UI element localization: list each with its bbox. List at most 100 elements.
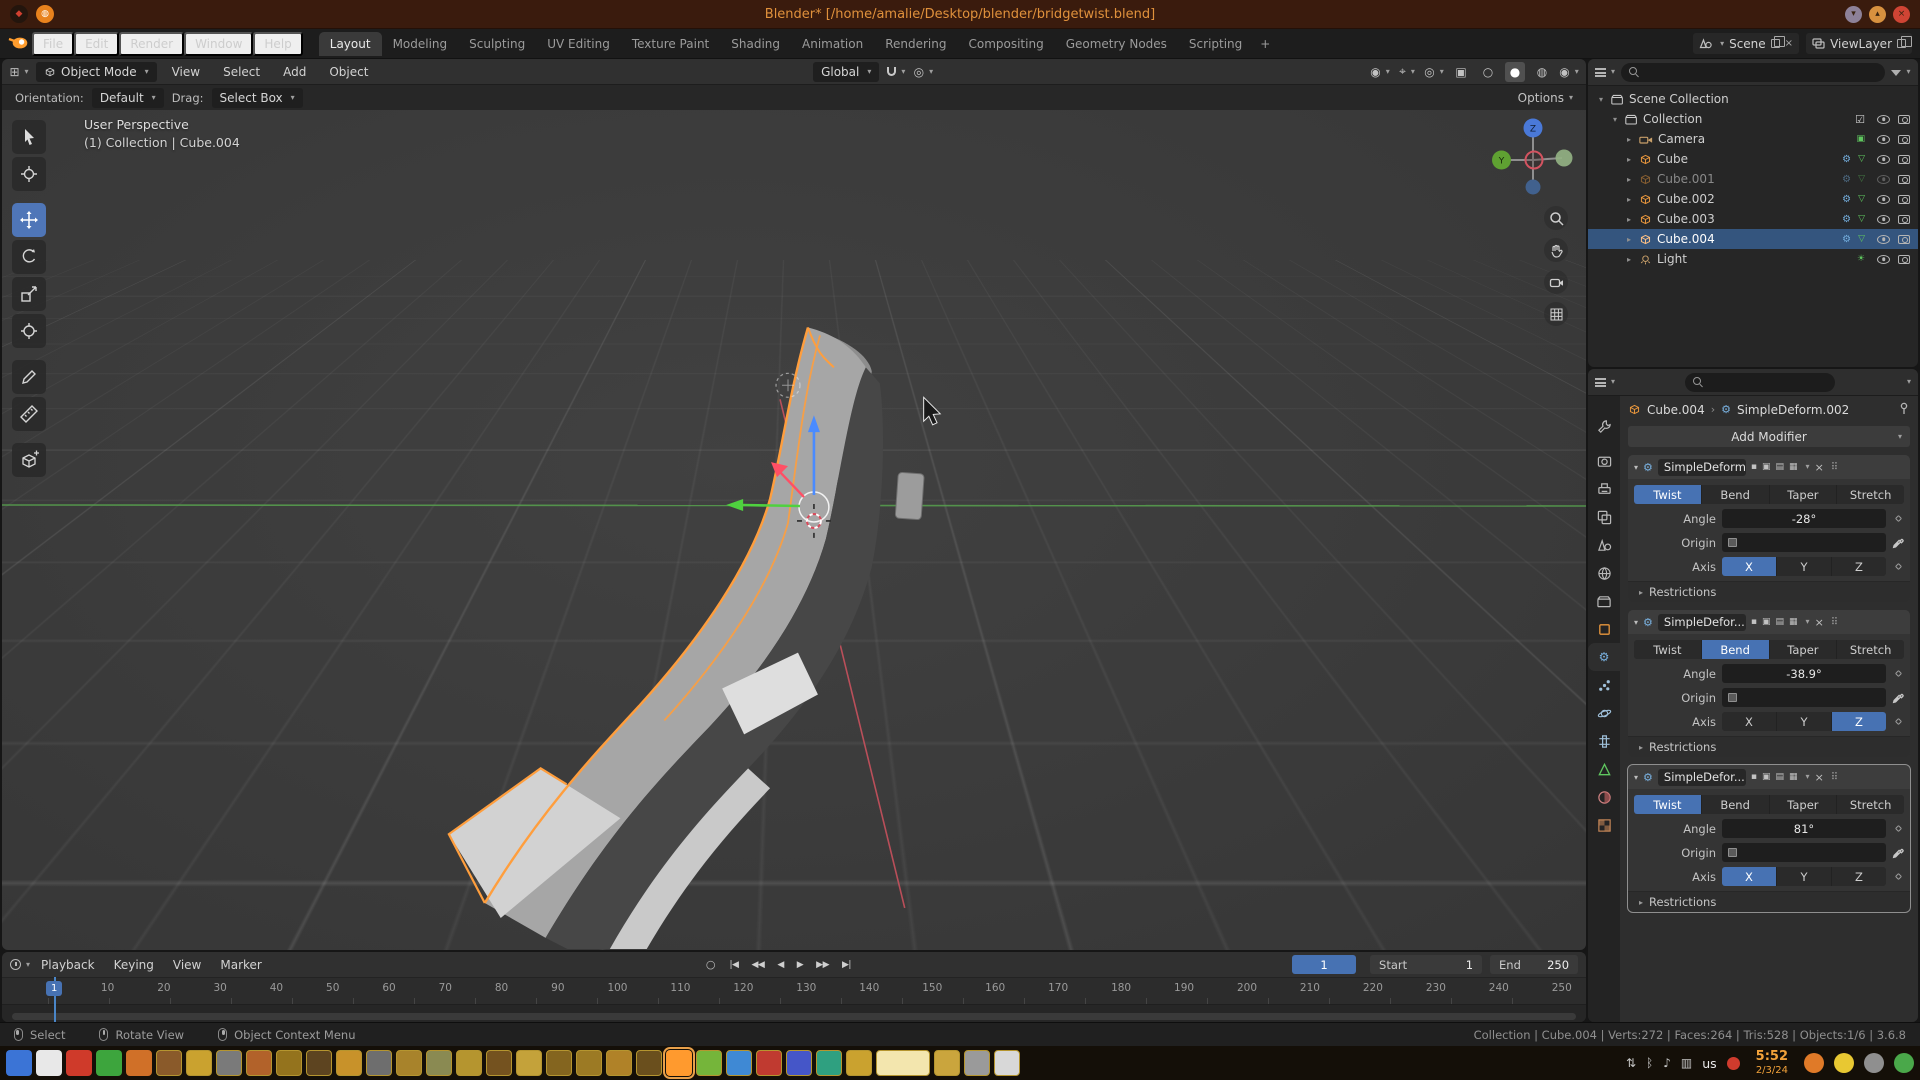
disclosure-icon[interactable]: ▸ <box>1624 215 1634 224</box>
timeline-track[interactable] <box>2 1004 1586 1022</box>
notification-icon[interactable] <box>1727 1057 1740 1070</box>
tab-output[interactable] <box>1588 475 1620 503</box>
taskbar-app-icon[interactable] <box>696 1050 722 1076</box>
close-icon[interactable]: × <box>1815 461 1824 474</box>
origin-field[interactable] <box>1722 533 1886 552</box>
bluetooth-icon[interactable]: ᛒ <box>1646 1056 1653 1070</box>
taskbar-app-icon[interactable] <box>186 1050 212 1076</box>
modifier-name-field[interactable]: SimpleDefor... <box>1658 769 1746 786</box>
ortho-toggle-icon[interactable] <box>1544 302 1568 326</box>
taskbar-app-icon[interactable] <box>276 1050 302 1076</box>
outliner-row-cube-002[interactable]: ▸ Cube.002 ⚙▽ <box>1588 189 1918 209</box>
tray-app-icon[interactable] <box>1834 1053 1854 1073</box>
mode-taper-button[interactable]: Taper <box>1770 795 1838 814</box>
outliner-row-cube-003[interactable]: ▸ Cube.003 ⚙▽ <box>1588 209 1918 229</box>
network-icon[interactable]: ⇅ <box>1626 1056 1636 1070</box>
taskbar-app-icon[interactable] <box>126 1050 152 1076</box>
new-scene-icon[interactable] <box>1771 39 1780 48</box>
render-camera-icon[interactable] <box>1898 135 1910 144</box>
gizmo-y-arrow[interactable] <box>742 505 800 506</box>
restrictions-subpanel[interactable]: ▸Restrictions <box>1628 581 1910 602</box>
toggle-edit-mode[interactable]: ▣ <box>1762 618 1771 627</box>
render-camera-icon[interactable] <box>1898 115 1910 124</box>
angle-field[interactable]: -28° <box>1722 509 1886 528</box>
annotate-tool[interactable] <box>12 360 46 394</box>
editor-type-dropdown[interactable]: ⊞▾ <box>9 62 29 82</box>
taskbar-app-icon[interactable] <box>964 1050 990 1076</box>
outliner-row-cube-004[interactable]: ▸ Cube.004 ⚙▽ <box>1588 229 1918 249</box>
modifier-header[interactable]: ▾ ⚙ SimpleDefor... ▪ ▣ ▤ ▦ ▾ × ⠿ <box>1628 765 1910 789</box>
end-frame-field[interactable]: End 250 <box>1490 955 1578 974</box>
taskbar-app-icon[interactable] <box>606 1050 632 1076</box>
mode-twist-button[interactable]: Twist <box>1634 640 1702 659</box>
transport-button[interactable]: ▶▶ <box>811 958 834 972</box>
disclosure-icon[interactable]: ▸ <box>1624 155 1634 164</box>
workspace-tab[interactable]: Layout <box>319 32 382 56</box>
tab-physics[interactable] <box>1588 699 1620 727</box>
taskbar-app-icon[interactable] <box>96 1050 122 1076</box>
new-view-layer-icon[interactable] <box>1897 39 1906 48</box>
modifier-icon[interactable]: ⚙ <box>1842 194 1851 205</box>
window-minimize-button[interactable]: ▾ <box>1845 6 1862 23</box>
tab-constraints[interactable] <box>1588 727 1620 755</box>
properties-search-input[interactable] <box>1685 373 1835 392</box>
workspace-tab[interactable]: Sculpting <box>458 32 536 56</box>
orientation-dropdown[interactable]: Default▾ <box>92 88 164 108</box>
modifier-header[interactable]: ▾ ⚙ SimpleDeform ▪ ▣ ▤ ▦ ▾ × ⠿ <box>1628 455 1910 479</box>
taskbar-app-icon[interactable] <box>636 1050 662 1076</box>
auto-keying-toggle[interactable]: ○ <box>706 958 716 971</box>
viewport-menu[interactable]: View <box>164 63 208 81</box>
render-camera-icon[interactable] <box>1898 155 1910 164</box>
disclosure-icon[interactable]: ▸ <box>1624 235 1634 244</box>
tab-particles[interactable] <box>1588 671 1620 699</box>
outliner-filter-button[interactable]: ▾ <box>1891 62 1911 82</box>
outliner-row-scene-collection[interactable]: ▾ Scene Collection <box>1588 89 1918 109</box>
pan-hand-icon[interactable] <box>1544 238 1568 262</box>
mesh-data-icon[interactable]: ▽ <box>1858 174 1865 184</box>
axis-z-button[interactable]: Z <box>1832 867 1886 886</box>
mode-twist-button[interactable]: Twist <box>1634 485 1702 504</box>
hide-eye-icon[interactable] <box>1877 195 1890 204</box>
rotate-tool[interactable] <box>12 240 46 274</box>
axis-x-ball[interactable] <box>1526 152 1543 169</box>
unlink-scene-icon[interactable]: × <box>1785 38 1793 49</box>
zoom-icon[interactable] <box>1544 206 1568 230</box>
angle-field[interactable]: 81° <box>1722 819 1886 838</box>
measure-tool[interactable] <box>12 397 46 431</box>
axis-x-button[interactable]: X <box>1722 712 1777 731</box>
tab-texture[interactable] <box>1588 811 1620 839</box>
modifier-name-field[interactable]: SimpleDeform <box>1658 459 1746 476</box>
current-frame-field[interactable]: 1 <box>1292 955 1356 974</box>
taskbar-app-icon[interactable] <box>456 1050 482 1076</box>
properties-editor-type-dropdown[interactable]: ▾ <box>1595 372 1615 392</box>
viewport-menu[interactable]: Add <box>275 63 314 81</box>
taskbar-app-icon[interactable] <box>846 1050 872 1076</box>
axis-y-button[interactable]: Y <box>1777 557 1832 576</box>
timeline-ruler[interactable]: 1102030405060708090100110120130140150160… <box>2 977 1586 1004</box>
toggle-on-cage[interactable]: ▪ <box>1751 463 1757 472</box>
timeline-editor-type-dropdown[interactable]: ▾ <box>10 955 30 975</box>
outliner-row-collection[interactable]: ▾ Collection ☑ <box>1588 109 1918 129</box>
pin-icon[interactable] <box>1898 402 1910 418</box>
toggle-realtime[interactable]: ▤ <box>1776 463 1785 472</box>
mesh-data-icon[interactable]: ▽ <box>1858 194 1865 204</box>
disclosure-icon[interactable]: ▸ <box>1624 255 1634 264</box>
taskbar-app-icon[interactable] <box>36 1050 62 1076</box>
light-data-icon[interactable]: ☀ <box>1857 254 1865 264</box>
scene-selector[interactable]: ▾ Scene × <box>1693 33 1799 54</box>
timeline-menu[interactable]: Marker <box>212 956 269 974</box>
tab-scene[interactable] <box>1588 531 1620 559</box>
timeline-body[interactable]: 1102030405060708090100110120130140150160… <box>2 977 1586 1022</box>
object-visibility-dropdown[interactable]: ◉▾ <box>1370 62 1390 82</box>
taskbar-app-icon[interactable] <box>66 1050 92 1076</box>
eyedropper-icon[interactable] <box>1892 692 1904 704</box>
tab-data[interactable] <box>1588 755 1620 783</box>
restrictions-subpanel[interactable]: ▸Restrictions <box>1628 736 1910 757</box>
eyedropper-icon[interactable] <box>1892 847 1904 859</box>
taskbar-app-icon[interactable] <box>6 1050 32 1076</box>
taskbar-app-icon[interactable] <box>666 1050 692 1076</box>
taskbar-app-icon[interactable] <box>516 1050 542 1076</box>
mode-stretch-button[interactable]: Stretch <box>1837 485 1904 504</box>
transport-button[interactable]: ▶ <box>792 958 808 972</box>
modifier-header[interactable]: ▾ ⚙ SimpleDefor... ▪ ▣ ▤ ▦ ▾ × ⠿ <box>1628 610 1910 634</box>
